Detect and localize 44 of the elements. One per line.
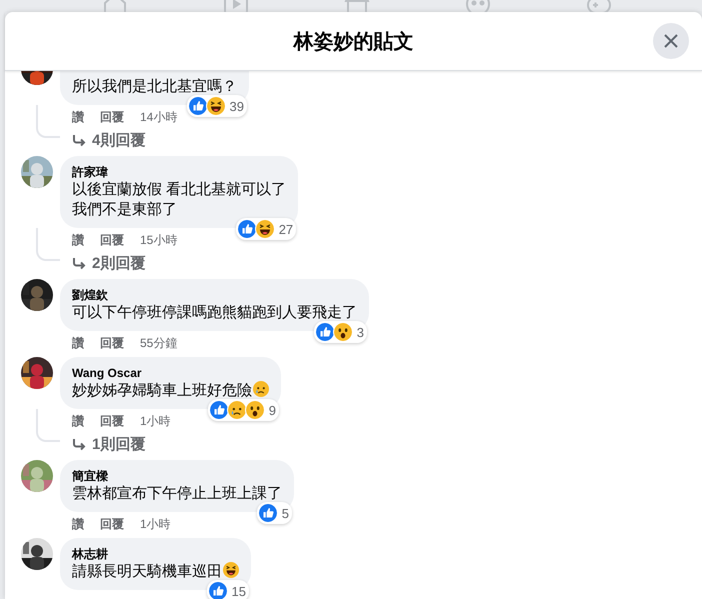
- comment-time[interactable]: 14小時: [140, 109, 178, 125]
- reaction-badge[interactable]: 27: [236, 218, 296, 240]
- reaction-badge[interactable]: 3: [314, 321, 367, 343]
- commenter-name[interactable]: Wang Oscar: [72, 365, 269, 381]
- comment-time[interactable]: 1小時: [140, 516, 171, 532]
- comment-text: 雲林都宣布下午停止上班上課了: [72, 485, 282, 502]
- action-link[interactable]: 讚: [72, 232, 84, 248]
- action-link[interactable]: 回覆: [100, 232, 124, 248]
- commenter-name[interactable]: 簡宜樑: [72, 468, 282, 484]
- reply-arrow-icon: [72, 258, 86, 270]
- reply-arrow-icon: [72, 134, 86, 146]
- action-link[interactable]: 讚: [72, 109, 84, 125]
- commenter-name[interactable]: 劉煌欽: [72, 287, 357, 303]
- action-link[interactable]: 回覆: [100, 516, 124, 532]
- action-link[interactable]: 回覆: [100, 335, 124, 351]
- action-link[interactable]: 回覆: [100, 413, 124, 429]
- view-replies-link[interactable]: 1則回覆: [60, 429, 158, 454]
- reaction-badge[interactable]: 39: [186, 95, 247, 117]
- action-link[interactable]: 讚: [72, 516, 84, 532]
- action-link[interactable]: 回覆: [100, 109, 124, 125]
- view-replies-link[interactable]: 2則回覆: [60, 248, 158, 273]
- reaction-badge[interactable]: 15: [206, 580, 249, 599]
- thread-line: [36, 409, 60, 442]
- view-replies-link[interactable]: 4則回覆: [60, 125, 158, 150]
- comment-time[interactable]: 1小時: [140, 413, 171, 429]
- comment-text: 請縣長明天騎機車巡田: [72, 563, 222, 580]
- comment-text: 妙妙姊孕婦騎車上班好危險: [72, 382, 252, 399]
- comment-time[interactable]: 15小時: [140, 232, 178, 248]
- thread-line: [36, 105, 60, 138]
- reply-arrow-icon: [72, 438, 86, 450]
- comment-text: 可以下午停班停課嗎跑熊貓跑到人要飛走了: [72, 304, 357, 321]
- close-icon: [663, 33, 679, 49]
- commenter-name[interactable]: 許家瑋: [72, 164, 286, 180]
- commenter-name[interactable]: 林志耕: [72, 546, 239, 562]
- close-button[interactable]: [653, 23, 689, 59]
- action-link[interactable]: 讚: [72, 413, 84, 429]
- reaction-badge[interactable]: 9: [208, 399, 279, 421]
- dialog-title: 林姿妙的貼文: [294, 30, 414, 54]
- reaction-badge[interactable]: 5: [256, 502, 292, 524]
- comment-text: 以後宜蘭放假 看北北基就可以了 我們不是東部了: [72, 181, 286, 218]
- comment-time[interactable]: 55分鐘: [140, 335, 178, 351]
- comment-text: 所以我們是北北基宜嗎？: [72, 78, 237, 95]
- thread-line: [36, 228, 60, 261]
- action-link[interactable]: 讚: [72, 335, 84, 351]
